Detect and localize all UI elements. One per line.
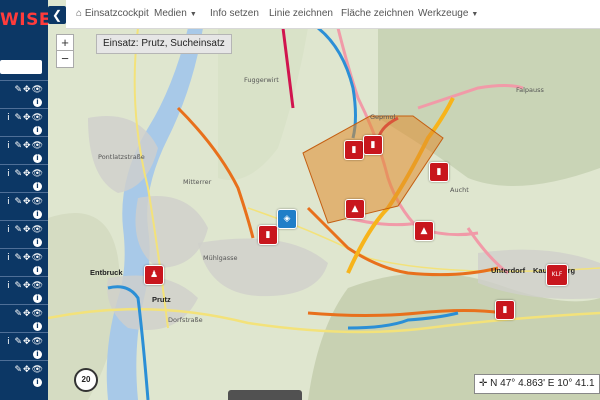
place-label: Mühlgasse: [203, 254, 238, 262]
info-icon[interactable]: i: [33, 266, 42, 275]
info-icon[interactable]: i: [33, 294, 42, 303]
info-icon[interactable]: i: [33, 182, 42, 191]
layer-action-icons[interactable]: i ✎✥👁: [7, 253, 44, 263]
klf-marker-label: KLF: [551, 271, 563, 278]
nav-info-setzen[interactable]: Info setzen: [210, 8, 259, 19]
place-label: Falpauss: [516, 86, 544, 94]
nav-einsatzcockpit[interactable]: ⌂ Einsatzcockpit: [76, 8, 149, 19]
caret-down-icon: ▼: [471, 11, 479, 18]
layer-action-icons[interactable]: i ✎✥👁: [7, 113, 44, 123]
layer-action-icons[interactable]: i ✎✥👁: [7, 281, 44, 291]
zoom-out-button[interactable]: −: [56, 50, 74, 68]
nav-werkzeuge-label: Werkzeuge: [418, 8, 469, 19]
nav-medien[interactable]: Medien ▼: [154, 8, 197, 19]
layer-action-icons[interactable]: i ✎✥👁: [7, 197, 44, 207]
layer-action-icons[interactable]: i ✎✥👁: [7, 141, 44, 151]
layer-action-icons[interactable]: i ✎✥👁: [7, 337, 44, 347]
fire-extinguisher-marker[interactable]: ▮: [363, 135, 383, 155]
fire-extinguisher-marker[interactable]: ▮: [495, 300, 515, 320]
info-icon[interactable]: i: [33, 238, 42, 247]
people-marker[interactable]: ♟: [144, 265, 164, 285]
place-label: Dorfstraße: [168, 316, 203, 324]
sidebar-layer-row[interactable]: ✎✥👁 i: [0, 360, 48, 395]
layer-action-icons[interactable]: i ✎✥👁: [7, 169, 44, 179]
info-icon[interactable]: i: [33, 98, 42, 107]
town-label: Prutz: [152, 295, 171, 304]
scale-indicator-icon[interactable]: 20: [74, 368, 98, 392]
caret-down-icon: ▼: [189, 11, 197, 18]
nav-linie-zeichnen[interactable]: Linie zeichnen: [269, 8, 333, 19]
nav-werkzeuge[interactable]: Werkzeuge ▼: [418, 8, 478, 19]
town-label: Entbruck: [90, 268, 123, 277]
scale-indicator-label: 20: [81, 375, 91, 384]
info-icon[interactable]: i: [33, 126, 42, 135]
top-navigation: ⌂ Einsatzcockpit Medien ▼ Info setzen Lin…: [66, 0, 600, 29]
sidebar-search-input[interactable]: [0, 60, 42, 74]
info-icon[interactable]: i: [33, 322, 42, 331]
info-icon[interactable]: i: [33, 350, 42, 359]
incident-label: Einsatz: Prutz, Sucheinsatz: [96, 34, 232, 54]
brand-text: WISE: [0, 10, 48, 30]
layer-action-icons[interactable]: ✎✥👁: [14, 365, 44, 375]
coordinate-display: ✛ N 47° 4.863' E 10° 41.1: [474, 374, 600, 394]
nav-info-label: Info setzen: [210, 8, 259, 19]
nav-flaeche-zeichnen[interactable]: Fläche zeichnen: [341, 8, 414, 19]
latitude-text: N 47° 4.863': [490, 378, 546, 389]
nav-medien-label: Medien: [154, 8, 187, 19]
crosshair-icon: ✛: [479, 378, 488, 389]
vehicle-marker[interactable]: ▮: [258, 225, 278, 245]
info-icon[interactable]: i: [33, 154, 42, 163]
layer-action-icons[interactable]: ✎✥👁: [14, 85, 44, 95]
nav-flaeche-label: Fläche zeichnen: [341, 8, 414, 19]
map-view[interactable]: + − Einsatz: Prutz, Sucheinsatz Fuggerwi…: [48, 28, 600, 400]
map-canvas: [48, 28, 600, 400]
info-icon[interactable]: i: [33, 378, 42, 387]
tent-marker[interactable]: ▲: [345, 199, 365, 219]
layer-action-icons[interactable]: i ✎✥👁: [7, 225, 44, 235]
layer-action-icons[interactable]: ✎✥👁: [14, 309, 44, 319]
place-label: Mitterrer: [183, 178, 212, 186]
klf-marker[interactable]: KLF: [546, 264, 568, 286]
home-icon: ⌂: [76, 8, 83, 19]
sidebar: WISE ✎✥👁 i i ✎✥👁 i i ✎✥👁 i i ✎✥👁 i i ✎✥👁 i i ✎✥👁 i i…: [0, 0, 48, 400]
command-post-marker[interactable]: ◈: [277, 209, 297, 229]
tent-marker[interactable]: ▲: [414, 221, 434, 241]
nav-einsatzcockpit-label: Einsatzcockpit: [84, 8, 149, 19]
info-icon[interactable]: i: [33, 210, 42, 219]
nav-linie-label: Linie zeichnen: [269, 8, 333, 19]
town-label: Unterdorf: [491, 266, 526, 275]
fire-extinguisher-marker[interactable]: ▮: [429, 162, 449, 182]
place-label: Pontlatzstraße: [98, 153, 145, 161]
place-label: Aucht: [450, 186, 469, 194]
longitude-text: E 10° 41.1: [547, 378, 595, 389]
place-label: Fuggerwirt: [244, 76, 279, 84]
fire-truck-marker[interactable]: ▮: [344, 140, 364, 160]
place-label: Gepmol: [370, 113, 396, 121]
collapse-sidebar-button[interactable]: ❮: [48, 6, 66, 24]
bottom-panel-tab[interactable]: [228, 390, 302, 400]
brand-logo: WISE: [0, 8, 48, 30]
